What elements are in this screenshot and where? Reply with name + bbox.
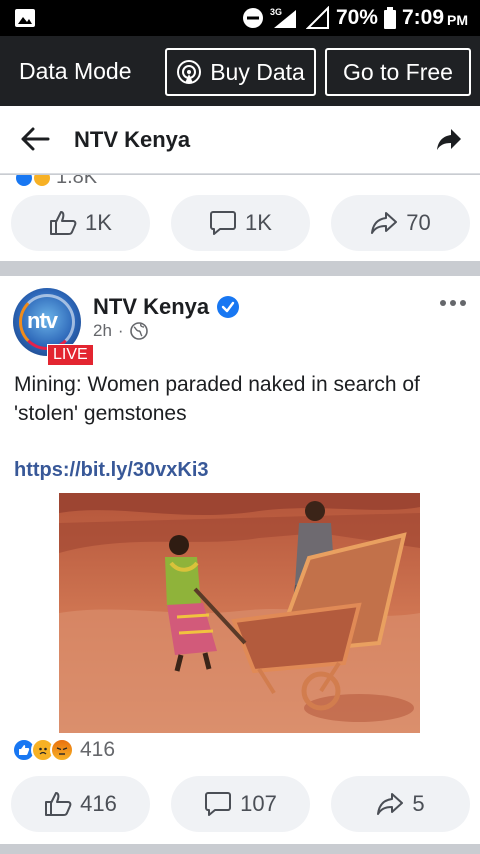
like-count: 1K — [85, 210, 112, 235]
broadcast-icon — [177, 60, 202, 84]
share-icon[interactable] — [436, 128, 462, 152]
separator-dot: · — [117, 321, 124, 340]
signal-empty-icon — [305, 6, 329, 29]
post-time: 2h — [93, 321, 112, 340]
data-mode-label: Data Mode — [19, 58, 132, 84]
clock-ampm: PM — [447, 12, 468, 28]
haha-reaction-icon — [32, 175, 52, 188]
like-count: 416 — [80, 791, 117, 816]
share-arrow-icon — [377, 793, 404, 815]
page-header: NTV Kenya — [0, 106, 480, 174]
verified-badge-icon — [217, 296, 240, 318]
signal-3g-icon: 3G — [270, 7, 296, 28]
do-not-disturb-icon — [242, 8, 263, 28]
post-link[interactable]: https://bit.ly/30vxKi3 — [14, 459, 209, 482]
post-options-icon[interactable] — [440, 300, 466, 306]
comment-icon — [205, 792, 232, 816]
previous-reactions: 1.8K — [14, 175, 97, 189]
buy-data-button[interactable]: Buy Data — [165, 48, 316, 96]
post-author[interactable]: NTV Kenya — [93, 294, 240, 320]
post-card: ntv LIVE NTV Kenya 2h · Mining: Women pa… — [0, 276, 480, 844]
page-avatar[interactable]: ntv LIVE — [13, 288, 94, 366]
previous-reaction-count: 1.8K — [56, 175, 98, 188]
go-to-free-label: Go to Free — [343, 58, 453, 85]
post-text: Mining: Women paraded naked in search of… — [14, 373, 420, 425]
like-button[interactable]: 416 — [11, 776, 150, 832]
battery-percent: 70% — [335, 6, 378, 29]
go-to-free-button[interactable]: Go to Free — [325, 48, 471, 96]
post-timestamp: 2h · — [93, 321, 148, 341]
share-button[interactable]: 70 — [331, 195, 470, 251]
comment-count: 1K — [245, 210, 272, 235]
network-type: 3G — [270, 7, 282, 17]
post-action-row: 416 107 5 — [0, 776, 480, 834]
battery-icon — [383, 7, 396, 29]
thumbs-up-icon — [45, 792, 72, 816]
share-button[interactable]: 5 — [331, 776, 470, 832]
globe-icon — [129, 322, 148, 340]
share-count: 5 — [412, 791, 425, 816]
data-mode-bar: Data Mode Buy Data Go to Free — [0, 36, 480, 106]
like-reaction-icon — [14, 175, 34, 188]
comment-icon — [210, 211, 237, 235]
reaction-count: 416 — [80, 738, 116, 761]
avatar-logo-text: ntv — [27, 308, 58, 333]
like-button[interactable]: 1K — [11, 195, 150, 251]
buy-data-label: Buy Data — [210, 58, 305, 85]
previous-post: 1.8K 1K 1K 70 — [0, 175, 480, 261]
post-author-name: NTV Kenya — [93, 294, 210, 319]
comment-count: 107 — [240, 791, 277, 816]
comment-button[interactable]: 1K — [171, 195, 310, 251]
comment-button[interactable]: 107 — [171, 776, 310, 832]
angry-reaction-icon — [50, 738, 74, 762]
status-bar: 3G 70% 7:09 PM — [0, 0, 480, 36]
gallery-notification-icon — [15, 9, 35, 27]
live-badge: LIVE — [47, 344, 94, 366]
back-arrow-icon[interactable] — [20, 126, 50, 152]
previous-action-row: 1K 1K 70 — [0, 195, 480, 253]
post-reactions[interactable]: 416 — [12, 738, 115, 762]
page-title: NTV Kenya — [74, 127, 191, 152]
feed-divider — [0, 844, 480, 854]
share-count: 70 — [406, 210, 431, 235]
share-arrow-icon — [371, 212, 398, 234]
thumbs-up-icon — [50, 211, 77, 235]
clock-time: 7:09 — [401, 6, 444, 29]
post-image[interactable] — [59, 493, 420, 733]
